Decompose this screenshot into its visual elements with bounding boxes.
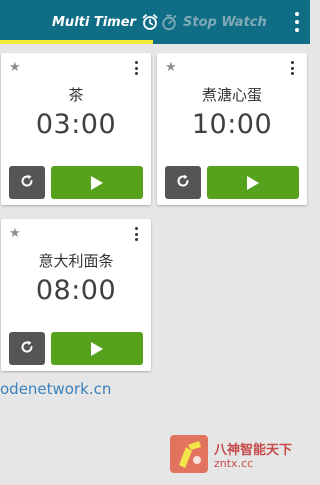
more-vert-icon[interactable] <box>294 12 300 32</box>
reset-button[interactable] <box>9 166 45 199</box>
play-icon <box>91 175 103 190</box>
card-more-vert-icon[interactable] <box>135 227 139 241</box>
play-button[interactable] <box>207 166 299 199</box>
tab-multi-timer-label: Multi Timer <box>52 14 136 30</box>
timer-time: 03:00 <box>35 109 117 140</box>
timer-card[interactable]: ★ 意大利面条 08:00 <box>1 219 151 371</box>
watermark-url: zntx.cc <box>214 457 254 470</box>
reset-button[interactable] <box>9 332 45 365</box>
tab-multi-timer[interactable]: Multi Timer <box>52 0 159 44</box>
app-bar: Multi Timer Stop Watch <box>0 0 310 44</box>
tab-stop-watch-label: Stop Watch <box>183 14 267 30</box>
play-icon <box>247 175 259 190</box>
watermark: 八神智能天下 zntx.cc <box>166 433 310 475</box>
timer-card[interactable]: ★ 煮溏心蛋 10:00 <box>157 53 307 205</box>
tab-stop-watch[interactable]: Stop Watch <box>160 0 267 44</box>
timer-name: 茶 <box>68 86 84 104</box>
refresh-icon <box>19 339 35 359</box>
star-icon[interactable]: ★ <box>9 227 21 240</box>
watermark-title: 八神智能天下 <box>214 443 293 458</box>
play-button[interactable] <box>51 166 143 199</box>
timer-name: 煮溏心蛋 <box>201 86 262 104</box>
timer-time: 08:00 <box>35 275 117 306</box>
play-icon <box>91 341 103 356</box>
card-more-vert-icon[interactable] <box>135 61 139 75</box>
timer-name: 意大利面条 <box>38 252 114 270</box>
watermark-logo-icon <box>170 435 208 473</box>
alarm-clock-icon <box>141 13 159 31</box>
star-icon[interactable]: ★ <box>165 61 177 74</box>
play-button[interactable] <box>51 332 143 365</box>
card-more-vert-icon[interactable] <box>291 61 295 75</box>
stopwatch-icon <box>160 13 178 31</box>
star-icon[interactable]: ★ <box>9 61 21 74</box>
tab-indicator <box>0 40 153 44</box>
footer-link[interactable]: odenetwork.cn <box>0 380 111 398</box>
refresh-icon <box>19 173 35 193</box>
reset-button[interactable] <box>165 166 201 199</box>
timer-card[interactable]: ★ 茶 03:00 <box>1 53 151 205</box>
refresh-icon <box>175 173 191 193</box>
timer-time: 10:00 <box>191 109 273 140</box>
